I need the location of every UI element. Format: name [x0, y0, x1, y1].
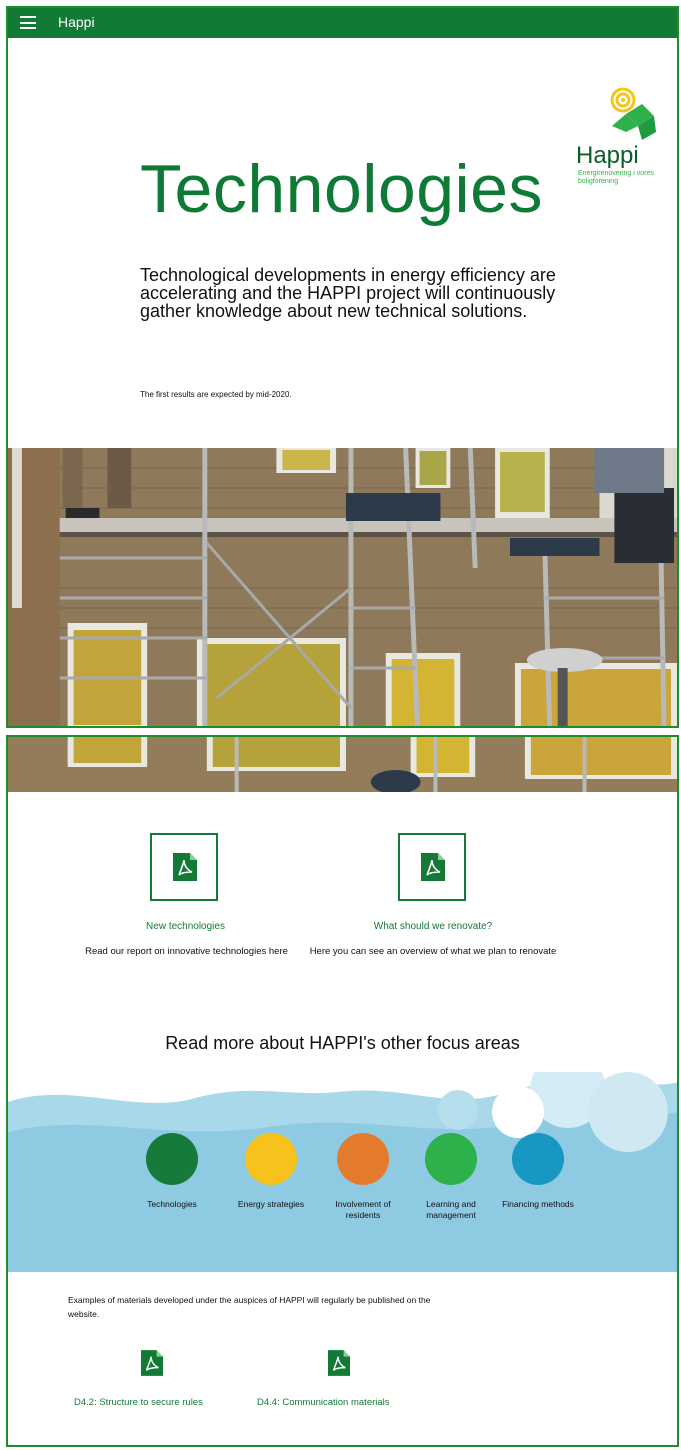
focus-label-involvement[interactable]: Involvement of residents — [318, 1199, 408, 1221]
scaffolding-photo — [8, 448, 677, 726]
bottom-screenshot-frame: New technologies Read our report on inno… — [6, 735, 679, 1447]
new-technologies-pdf-button[interactable] — [150, 833, 218, 901]
top-nav-bar: Happi — [8, 8, 677, 38]
what-to-renovate-pdf-button[interactable] — [398, 833, 466, 901]
lead-paragraph: Technological developments in energy eff… — [140, 265, 556, 321]
materials-intro: Examples of materials developed under th… — [68, 1295, 431, 1319]
happi-logo-icon — [610, 87, 656, 140]
focus-circle-energy-strategies[interactable] — [245, 1133, 297, 1185]
focus-circle-involvement[interactable] — [337, 1133, 389, 1185]
logo-wordmark: Happi — [576, 142, 639, 169]
focus-circle-learning[interactable] — [425, 1133, 477, 1185]
top-screenshot-frame: Happi Happi Energirenovering i vores bol… — [6, 6, 679, 728]
pdf-icon[interactable] — [328, 1349, 350, 1377]
what-to-renovate-description: Here you can see an overview of what we … — [309, 946, 557, 957]
hamburger-menu-icon[interactable] — [20, 16, 36, 29]
new-technologies-description: Read our report on innovative technologi… — [85, 946, 288, 957]
what-to-renovate-link[interactable]: What should we renovate? — [348, 921, 518, 932]
new-technologies-link[interactable]: New technologies — [108, 921, 263, 932]
focus-label-technologies[interactable]: Technologies — [127, 1199, 217, 1210]
brand-name[interactable]: Happi — [58, 14, 95, 30]
d44-communication-link[interactable]: D4.4: Communication materials — [257, 1397, 390, 1408]
focus-label-financing[interactable]: Financing methods — [493, 1199, 583, 1210]
focus-areas-heading: Read more about HAPPI's other focus area… — [165, 1033, 520, 1053]
d42-structure-link[interactable]: D4.2: Structure to secure rules — [74, 1397, 203, 1408]
focus-label-energy-strategies[interactable]: Energy strategies — [226, 1199, 316, 1210]
focus-label-learning[interactable]: Learning and management — [406, 1199, 496, 1221]
results-note: The first results are expected by mid-20… — [140, 390, 292, 399]
page-title: Technologies — [140, 151, 543, 227]
scaffolding-photo-strip — [8, 737, 677, 792]
focus-circle-technologies[interactable] — [146, 1133, 198, 1185]
focus-circle-financing[interactable] — [512, 1133, 564, 1185]
pdf-icon — [173, 853, 197, 881]
pdf-icon — [421, 853, 445, 881]
logo-tagline: Energirenovering i vores boligforening — [578, 170, 654, 185]
pdf-icon[interactable] — [141, 1349, 163, 1377]
